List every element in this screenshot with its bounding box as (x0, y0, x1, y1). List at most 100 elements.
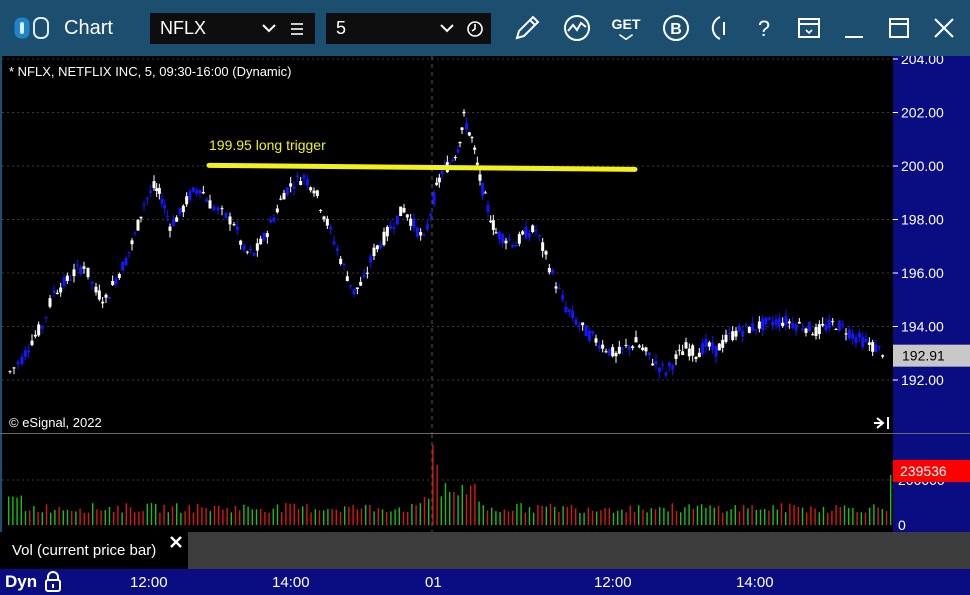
last-volume-label: 239536 (900, 463, 947, 479)
draw-pencil-icon[interactable] (511, 12, 543, 44)
candle-body (282, 192, 286, 200)
price-tick-label: 192.00 (901, 372, 944, 388)
candle-body (617, 346, 621, 354)
candle-body (537, 235, 541, 237)
candle-body (62, 277, 66, 287)
volume-bar (54, 509, 56, 525)
candle-body (547, 267, 551, 273)
candle-body (302, 174, 306, 179)
volume-axis-canvas: 200000 0 239536 (893, 460, 970, 533)
candle-body (435, 182, 439, 185)
volume-bar (146, 503, 148, 525)
candle-body (507, 239, 511, 241)
volume-bar (428, 498, 430, 525)
candle-body (448, 163, 452, 165)
volume-bar (579, 512, 581, 525)
candle-body (677, 349, 681, 351)
scroll-to-end-icon[interactable] (874, 417, 889, 429)
candle-body (524, 226, 528, 239)
candle-body (242, 245, 246, 251)
candle-body (289, 183, 293, 187)
close-icon[interactable] (928, 12, 960, 44)
candle-body (136, 219, 140, 231)
chevron-down-icon[interactable] (440, 23, 454, 33)
volume-bar (810, 506, 812, 525)
remove-study-icon[interactable] (169, 535, 183, 549)
volume-bar (814, 508, 816, 525)
volume-bar (302, 506, 304, 525)
volume-bar (268, 512, 270, 525)
help-icon[interactable]: ? (748, 12, 780, 44)
candle-body (687, 348, 691, 357)
symbol-input[interactable]: NFLX (150, 13, 315, 44)
chevron-down-icon[interactable] (262, 23, 276, 33)
volume-pane[interactable] (0, 434, 893, 532)
volume-bar (285, 503, 287, 525)
maximize-icon[interactable] (883, 12, 915, 44)
candle-body (160, 198, 164, 204)
volume-bar (722, 512, 724, 525)
price-tick-label: 198.00 (901, 212, 944, 228)
volume-bar (570, 505, 573, 525)
volume-bar (192, 512, 195, 525)
candle-body (365, 272, 369, 274)
candle-body (165, 215, 169, 217)
candle-body (309, 187, 313, 191)
candle-body (405, 214, 409, 218)
dynamic-mode-label[interactable]: Dyn (5, 572, 37, 592)
candle-body (714, 345, 718, 357)
volume-bar (596, 511, 598, 525)
candle-body (239, 240, 243, 245)
candle-body (325, 218, 329, 226)
volume-bar (827, 512, 829, 525)
candle-body (674, 354, 678, 359)
volume-bar (659, 507, 661, 525)
volume-bar (612, 512, 615, 525)
interval-value: 5 (336, 18, 347, 38)
candle-body (69, 279, 73, 281)
candle-body (124, 257, 128, 266)
clock-icon[interactable] (466, 20, 484, 38)
volume-bar (663, 507, 665, 525)
volume-bar (604, 507, 606, 525)
volume-bar (885, 510, 888, 525)
volume-axis[interactable]: 200000 0 239536 (893, 434, 970, 533)
volume-bar (869, 507, 871, 525)
candle-body (611, 347, 615, 357)
candle-body (201, 192, 205, 194)
volume-bar (558, 511, 560, 525)
candle-body (607, 348, 611, 356)
candle-body (754, 329, 758, 331)
b-icon[interactable]: B (660, 12, 692, 44)
candle-body (121, 261, 125, 271)
candle-body (422, 234, 426, 236)
volume-bar (516, 503, 518, 525)
app-toggle-icon[interactable] (14, 16, 52, 40)
candle-body (871, 342, 875, 352)
candle-body (168, 226, 172, 231)
list-icon[interactable] (290, 22, 304, 36)
price-tick-label: 200.00 (901, 158, 944, 174)
candle-body (33, 334, 37, 337)
template-icon[interactable] (793, 12, 825, 44)
price-chart-pane[interactable]: 199.95 long trigger * NFLX, NETFLIX INC,… (0, 56, 893, 433)
volume-bar (478, 501, 480, 525)
trigger-line[interactable] (206, 162, 638, 172)
interval-input[interactable]: 5 (326, 13, 491, 44)
price-chart-canvas[interactable]: 199.95 long trigger * NFLX, NETFLIX INC,… (2, 56, 893, 433)
volume-study-label[interactable]: Vol (current price bar) (12, 542, 156, 559)
candle-body (564, 306, 568, 313)
get-icon[interactable]: GET (610, 12, 642, 44)
volume-bar (890, 475, 892, 525)
minimize-icon[interactable] (838, 12, 870, 44)
volume-bar (461, 485, 463, 525)
lock-icon[interactable] (43, 570, 63, 592)
price-axis[interactable]: 204.00 202.00 200.00 198.00 196.00 194.00 192.… (893, 51, 970, 433)
trigger-annotation[interactable]: 199.95 long trigger (209, 137, 326, 153)
study-icon[interactable] (561, 12, 593, 44)
volume-bar (167, 512, 169, 525)
candle-body (399, 206, 403, 217)
info-icon[interactable] (707, 12, 739, 44)
time-axis[interactable]: Dyn 12:00 14:00 01 12:00 14:00 (0, 569, 970, 595)
candle-body (731, 331, 735, 340)
